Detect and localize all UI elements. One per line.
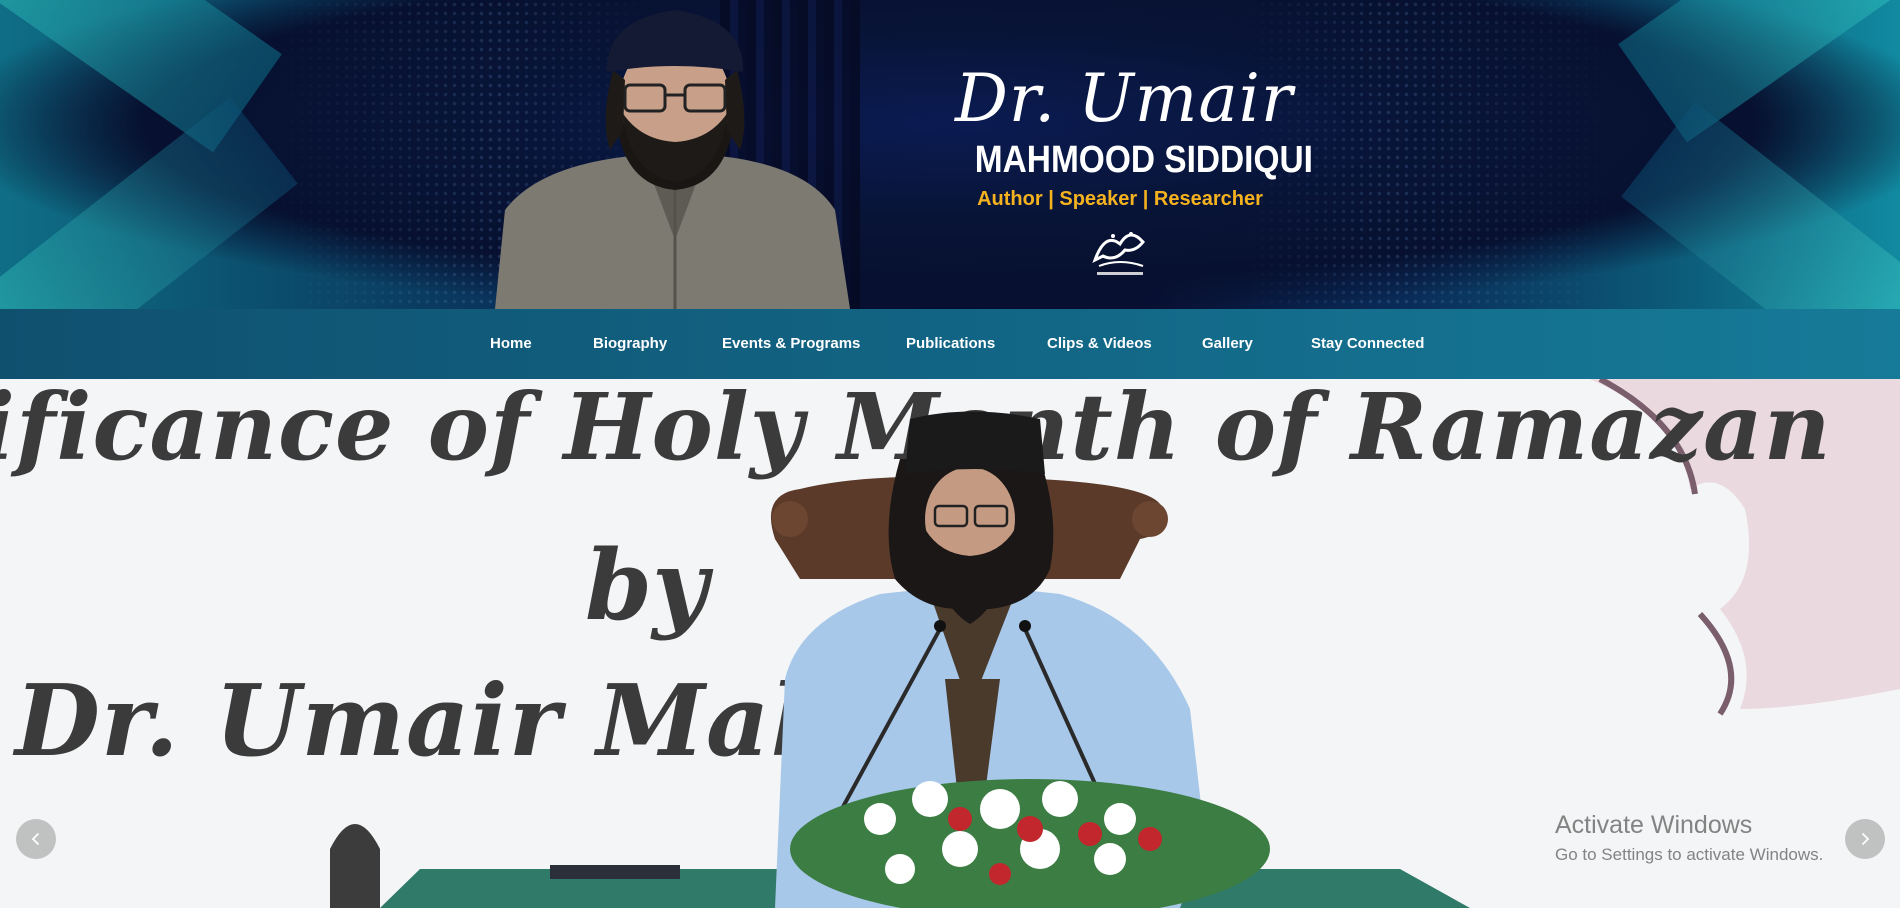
nav-item-home[interactable]: Home (490, 309, 532, 379)
brand-tagline: Author | Speaker | Researcher (977, 188, 1263, 210)
hero-slider: ificance of Holy Month of Ramazan by Dr.… (0, 379, 1900, 908)
site-banner: Dr. Umair MAHMOOD SIDDIQUI Author | Spea… (0, 0, 1900, 309)
decorative-ray (1618, 0, 1900, 143)
nav-item-clips-videos[interactable]: Clips & Videos (1047, 309, 1152, 379)
brand-full-name: MAHMOOD SIDDIQUI (974, 139, 1313, 181)
nav-item-stay-connected[interactable]: Stay Connected (1311, 309, 1424, 379)
decorative-ray (1621, 101, 1900, 309)
calligraphy-logo-icon (1092, 232, 1145, 275)
slider-prev-button[interactable] (16, 819, 56, 859)
nav-item-publications[interactable]: Publications (906, 309, 995, 379)
portrait-photo (495, 10, 850, 309)
main-navigation: Home Biography Events & Programs Publica… (0, 309, 1900, 379)
nav-list: Home Biography Events & Programs Publica… (0, 309, 1900, 379)
brand-block: Dr. Umair MAHMOOD SIDDIQUI Author | Spea… (955, 60, 1313, 282)
speaker-photo (770, 411, 1270, 908)
slider-next-button[interactable] (1845, 819, 1885, 859)
chevron-right-icon (1861, 832, 1870, 846)
brand-script-name: Dr. Umair (955, 60, 1294, 137)
nav-item-gallery[interactable]: Gallery (1202, 309, 1253, 379)
chevron-left-icon (31, 832, 40, 846)
decorative-ray (0, 96, 298, 309)
nav-item-biography[interactable]: Biography (593, 309, 667, 379)
nav-item-events-programs[interactable]: Events & Programs (722, 309, 860, 379)
